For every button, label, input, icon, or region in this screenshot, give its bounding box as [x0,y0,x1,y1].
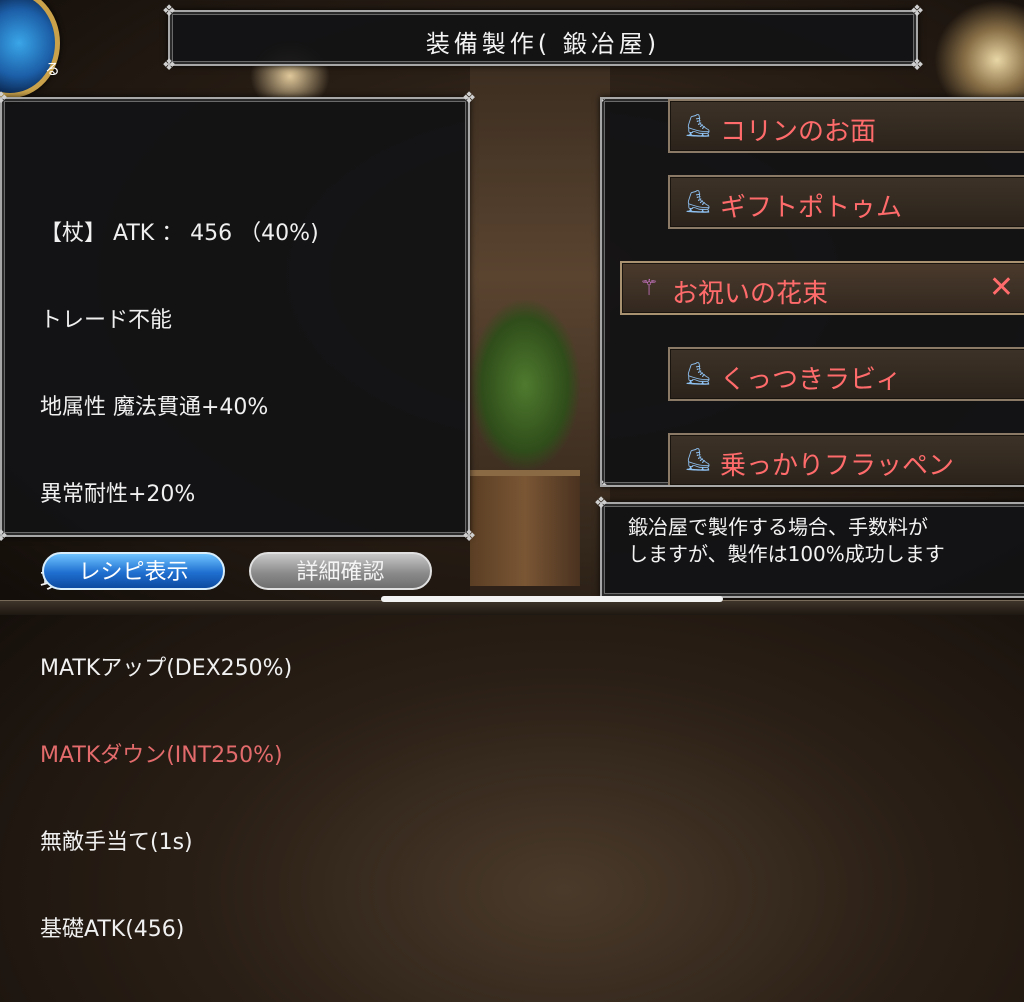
recipe-item-label: コリンのお面 [720,117,877,147]
recipe-item[interactable]: ⛸ くっつきラビィ [668,347,1024,401]
recipe-item-selected[interactable]: ⚚ お祝いの花束 ✕ [620,261,1024,315]
ornament-icon: ❖ [909,1,925,20]
item-stat-line-negative: MATKダウン(INT250%) [40,743,283,768]
show-recipe-button[interactable]: レシピ表示 [42,552,225,590]
item-stat-line: 基礎ATK(456) [40,917,185,942]
ornament-icon: ❖ [602,477,610,486]
pink-staff-icon: ⚚ [639,276,659,301]
item-stat-line: 無敵手当て(1s) [40,830,193,855]
item-stat-line: トレード不能 [40,308,173,333]
blue-shoe-icon: ⛸ [684,362,712,387]
page-title: 装備製作( 鍛冶屋) [425,30,661,58]
background-pot [470,470,580,586]
item-info-panel: ❖ ❖ ❖ ❖ 【杖】 ATK ： 456 （40%) トレード不能 地属性 魔… [0,89,476,942]
recipe-item[interactable]: ⛸ ギフトポトゥム [668,175,1024,229]
blue-shoe-icon: ⛸ [684,448,712,473]
ornament-icon: ❖ [0,88,9,107]
background-lamp [934,0,1024,100]
blue-shoe-icon: ⛸ [684,190,712,215]
recipe-item-label: ギフトポトゥム [720,193,903,223]
menu-round-button[interactable] [0,0,60,98]
recipe-item[interactable]: ⛸ 乗っかりフラッペン [668,433,1024,485]
item-stat-line: MATKアップ(DEX250%) [40,656,293,681]
background-plant [470,300,580,470]
item-stat-line: 異常耐性+20% [40,482,196,507]
ornament-icon: ❖ [461,526,477,545]
item-stat-line: 【杖】 ATK ： 456 （40%) [40,221,319,246]
ornament-icon: ❖ [602,99,610,107]
message-line: しますが、製作は100%成功します [628,542,945,566]
home-indicator[interactable] [381,596,723,602]
ornament-icon: ❖ [461,88,477,107]
blue-shoe-icon: ⛸ [684,114,712,139]
message-text: 鍛冶屋で製作する場合、手数料が しますが、製作は100%成功します [628,514,945,568]
item-stat-line: 地属性 魔法貫通+40% [40,395,269,420]
ornament-icon: ❖ [161,1,177,20]
bottom-strip [0,600,1024,615]
message-line: 鍛冶屋で製作する場合、手数料が [628,515,928,539]
recipe-item-label: くっつきラビィ [720,365,902,395]
recipe-item-label: 乗っかりフラッペン [720,451,955,481]
recipe-item-label: お祝いの花束 [672,279,829,309]
menu-round-button-label: る [45,60,61,78]
close-icon[interactable]: ✕ [989,271,1014,305]
ornament-icon: ❖ [0,526,9,545]
detail-check-button[interactable]: 詳細確認 [249,552,432,590]
ornament-icon: ❖ [593,493,609,512]
message-panel: ❖ 鍛冶屋で製作する場合、手数料が しますが、製作は100%成功します [594,494,1024,598]
recipe-item[interactable]: ⛸ コリンのお面 [668,99,1024,153]
recipe-list-panel: ⛸ コリンのお面 ⛸ ギフトポトゥム ⚚ お祝いの花束 ✕ ⛸ くっつきラビィ … [600,97,1024,487]
title-bar: ❖ ❖ ❖ ❖ 装備製作( 鍛冶屋) [162,2,924,74]
